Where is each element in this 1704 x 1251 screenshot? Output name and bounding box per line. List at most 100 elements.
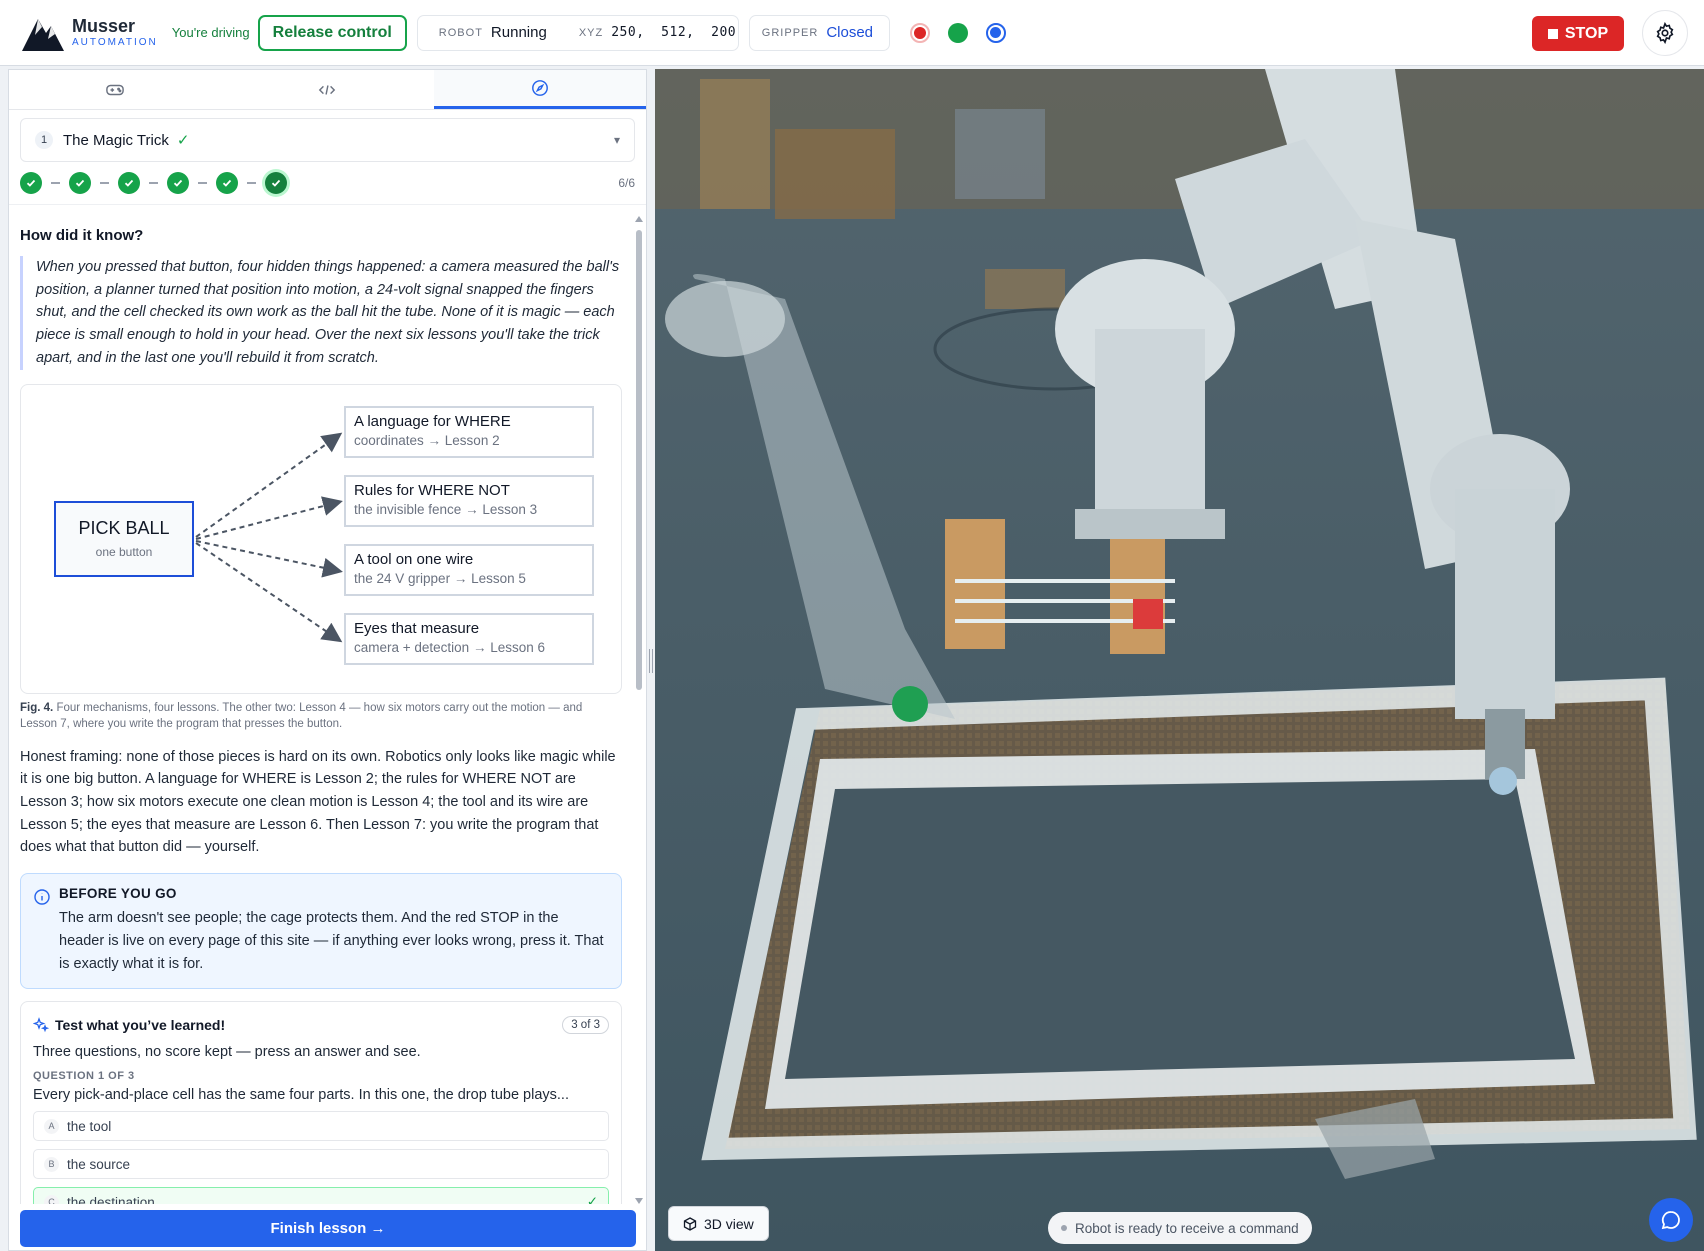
camera-feed[interactable]: 3D view Robot is ready to receive a comm…: [655, 69, 1704, 1251]
robot-state: Running: [490, 24, 547, 41]
3d-view-button[interactable]: 3D view: [668, 1206, 769, 1241]
intro-quote: When you pressed that button, four hidde…: [20, 256, 622, 370]
mechanisms-figure: PICK BALL one button A language for WHER…: [20, 383, 622, 694]
step-1-check-icon[interactable]: [20, 172, 42, 194]
mechanism-sub: camera + detection → Lesson 6: [354, 639, 545, 655]
option-key: C: [44, 1194, 59, 1204]
status-dot-icon: [1061, 1225, 1067, 1231]
info-icon: [34, 889, 50, 905]
emergency-stop-button[interactable]: STOP: [1532, 16, 1624, 51]
section-heading: How did it know?: [20, 227, 144, 244]
pick-ball-node: PICK BALL one button: [54, 500, 194, 577]
record-icon[interactable]: [909, 22, 930, 43]
scroll-thumb[interactable]: [636, 230, 642, 690]
status-green-icon[interactable]: [947, 22, 968, 43]
lesson-progress: 6/6: [9, 162, 646, 205]
answer-option-b[interactable]: B the source: [33, 1149, 609, 1180]
step-3-check-icon[interactable]: [118, 172, 140, 194]
lesson-content[interactable]: How did it know? When you pressed that b…: [9, 211, 633, 1204]
panel-tabs: [9, 70, 646, 110]
robot-ready-status: Robot is ready to receive a command: [1048, 1212, 1312, 1244]
brand-logo[interactable]: Musser AUTOMATION: [20, 13, 158, 53]
callout-title: BEFORE YOU GO: [59, 886, 177, 902]
mechanism-sub: the invisible fence → Lesson 3: [354, 501, 538, 517]
scroll-up-icon[interactable]: [635, 216, 643, 222]
scroll-down-icon[interactable]: [635, 1198, 643, 1204]
mechanism-sub: coordinates → Lesson 2: [354, 432, 500, 448]
checkmark-icon: ✓: [586, 1194, 598, 1204]
mountain-logo-icon: [22, 18, 64, 51]
step-5-check-icon[interactable]: [216, 172, 238, 194]
release-control-button[interactable]: Release control: [257, 14, 407, 51]
gripper-status-pill: GRIPPER Closed: [748, 14, 890, 51]
tab-control[interactable]: [9, 70, 221, 109]
option-label: the source: [67, 1156, 131, 1172]
mechanism-node: Rules for WHERE NOT the invisible fence …: [344, 474, 594, 527]
pick-ball-title: PICK BALL: [78, 518, 170, 539]
robot-label: ROBOT: [438, 26, 483, 39]
option-key: A: [44, 1118, 59, 1134]
chevron-down-icon: ▾: [613, 133, 620, 147]
xyz-readout: 250, 512, 200: [611, 25, 737, 40]
mechanism-title: Eyes that measure: [354, 619, 480, 637]
mechanism-title: Rules for WHERE NOT: [354, 481, 510, 499]
lesson-number: 1: [35, 131, 53, 149]
option-label: the destination: [67, 1194, 155, 1204]
option-label: the tool: [67, 1118, 112, 1134]
robot-status-pill: ROBOT Running XYZ 250, 512, 200: [416, 14, 739, 51]
gripper-label: GRIPPER: [761, 26, 819, 39]
finish-lesson-button[interactable]: Finish lesson →: [20, 1210, 636, 1247]
mechanism-node: Eyes that measure camera + detection → L…: [344, 612, 594, 665]
lesson-selector[interactable]: 1 The Magic Trick ✓ ▾: [20, 118, 635, 162]
step-connector: [51, 182, 60, 184]
code-icon: [319, 84, 336, 95]
quiz-title: Test what you’ve learned!: [55, 1017, 226, 1034]
lesson-panel: 1 The Magic Trick ✓ ▾ 6/6 How did it kno…: [8, 69, 647, 1251]
panel-resizer[interactable]: [648, 69, 654, 1251]
step-4-check-icon[interactable]: [167, 172, 189, 194]
brand-subtitle: AUTOMATION: [72, 37, 158, 48]
quiz-count-badge: 3 of 3: [562, 1016, 609, 1035]
question-label: QUESTION 1 OF 3: [33, 1070, 135, 1083]
mechanism-title: A tool on one wire: [354, 550, 474, 568]
driving-status: You're driving: [171, 25, 250, 40]
mechanism-sub: the 24 V gripper → Lesson 5: [354, 570, 526, 586]
brand-name: Musser: [72, 16, 136, 36]
indicator-group: [909, 22, 1006, 43]
quiz-intro: Three questions, no score kept — press a…: [33, 1044, 421, 1061]
gripper-state: Closed: [826, 24, 874, 41]
before-you-go-callout: BEFORE YOU GO The arm doesn't see people…: [20, 873, 622, 990]
lesson-title: The Magic Trick: [63, 131, 169, 149]
step-2-check-icon[interactable]: [69, 172, 91, 194]
body-paragraph: Honest framing: none of those pieces is …: [20, 748, 616, 856]
content-scrollbar[interactable]: [635, 216, 643, 1204]
answer-option-a[interactable]: A the tool: [33, 1111, 609, 1142]
quiz-card: Test what you’ve learned! 3 of 3 Three q…: [20, 1001, 622, 1204]
progress-count: 6/6: [618, 176, 635, 190]
chat-button[interactable]: [1649, 1198, 1693, 1242]
gear-icon: [1656, 22, 1674, 44]
step-connector: [149, 182, 158, 184]
robot-ready-text: Robot is ready to receive a command: [1075, 1220, 1299, 1236]
chat-bubble-icon: [1661, 1211, 1680, 1230]
figure-caption: Fig. 4. Four mechanisms, four lessons. T…: [20, 700, 622, 732]
tab-code[interactable]: [221, 70, 433, 109]
tab-lessons[interactable]: [433, 70, 646, 109]
drag-handle-icon[interactable]: [649, 649, 653, 673]
mechanism-title: A language for WHERE: [354, 412, 511, 430]
xyz-label: XYZ: [578, 26, 604, 39]
stop-square-icon: [1547, 28, 1558, 39]
camera-blue-icon[interactable]: [985, 22, 1006, 43]
step-connector: [247, 182, 256, 184]
step-connector: [198, 182, 207, 184]
gamepad-icon: [106, 84, 124, 95]
stop-label: STOP: [1564, 24, 1609, 42]
robot-cell-image: [655, 69, 1704, 1251]
top-header: Musser AUTOMATION You're driving Release…: [0, 0, 1704, 66]
mechanism-node: A language for WHERE coordinates → Lesso…: [344, 405, 594, 458]
settings-button[interactable]: [1642, 10, 1688, 56]
step-6-check-icon[interactable]: [265, 172, 287, 194]
answer-option-c[interactable]: C the destination ✓: [33, 1187, 609, 1204]
mechanism-node: A tool on one wire the 24 V gripper → Le…: [344, 543, 594, 596]
caption-label: Fig. 4.: [20, 701, 54, 714]
